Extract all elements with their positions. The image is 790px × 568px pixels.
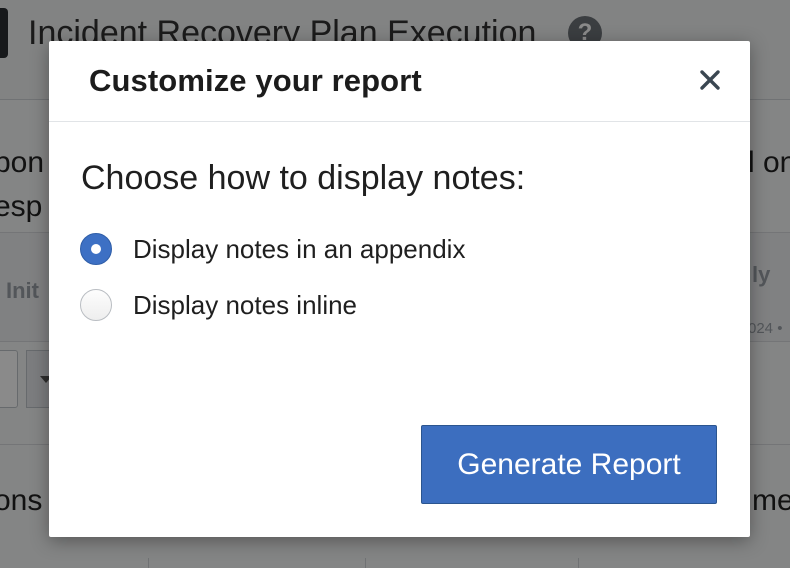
inline-option-label[interactable]: Display notes inline xyxy=(133,290,357,321)
dialog-title: Customize your report xyxy=(89,63,422,98)
dialog-header: Customize your report xyxy=(49,41,750,122)
inline-radio[interactable] xyxy=(80,289,112,321)
appendix-option-label[interactable]: Display notes in an appendix xyxy=(133,234,465,265)
notes-display-prompt: Choose how to display notes: xyxy=(81,159,526,197)
close-button[interactable] xyxy=(693,63,727,97)
customize-report-dialog: Customize your report Choose how to disp… xyxy=(49,41,750,537)
appendix-radio[interactable] xyxy=(80,233,112,265)
generate-report-button[interactable]: Generate Report xyxy=(421,425,717,504)
close-icon xyxy=(700,70,720,90)
